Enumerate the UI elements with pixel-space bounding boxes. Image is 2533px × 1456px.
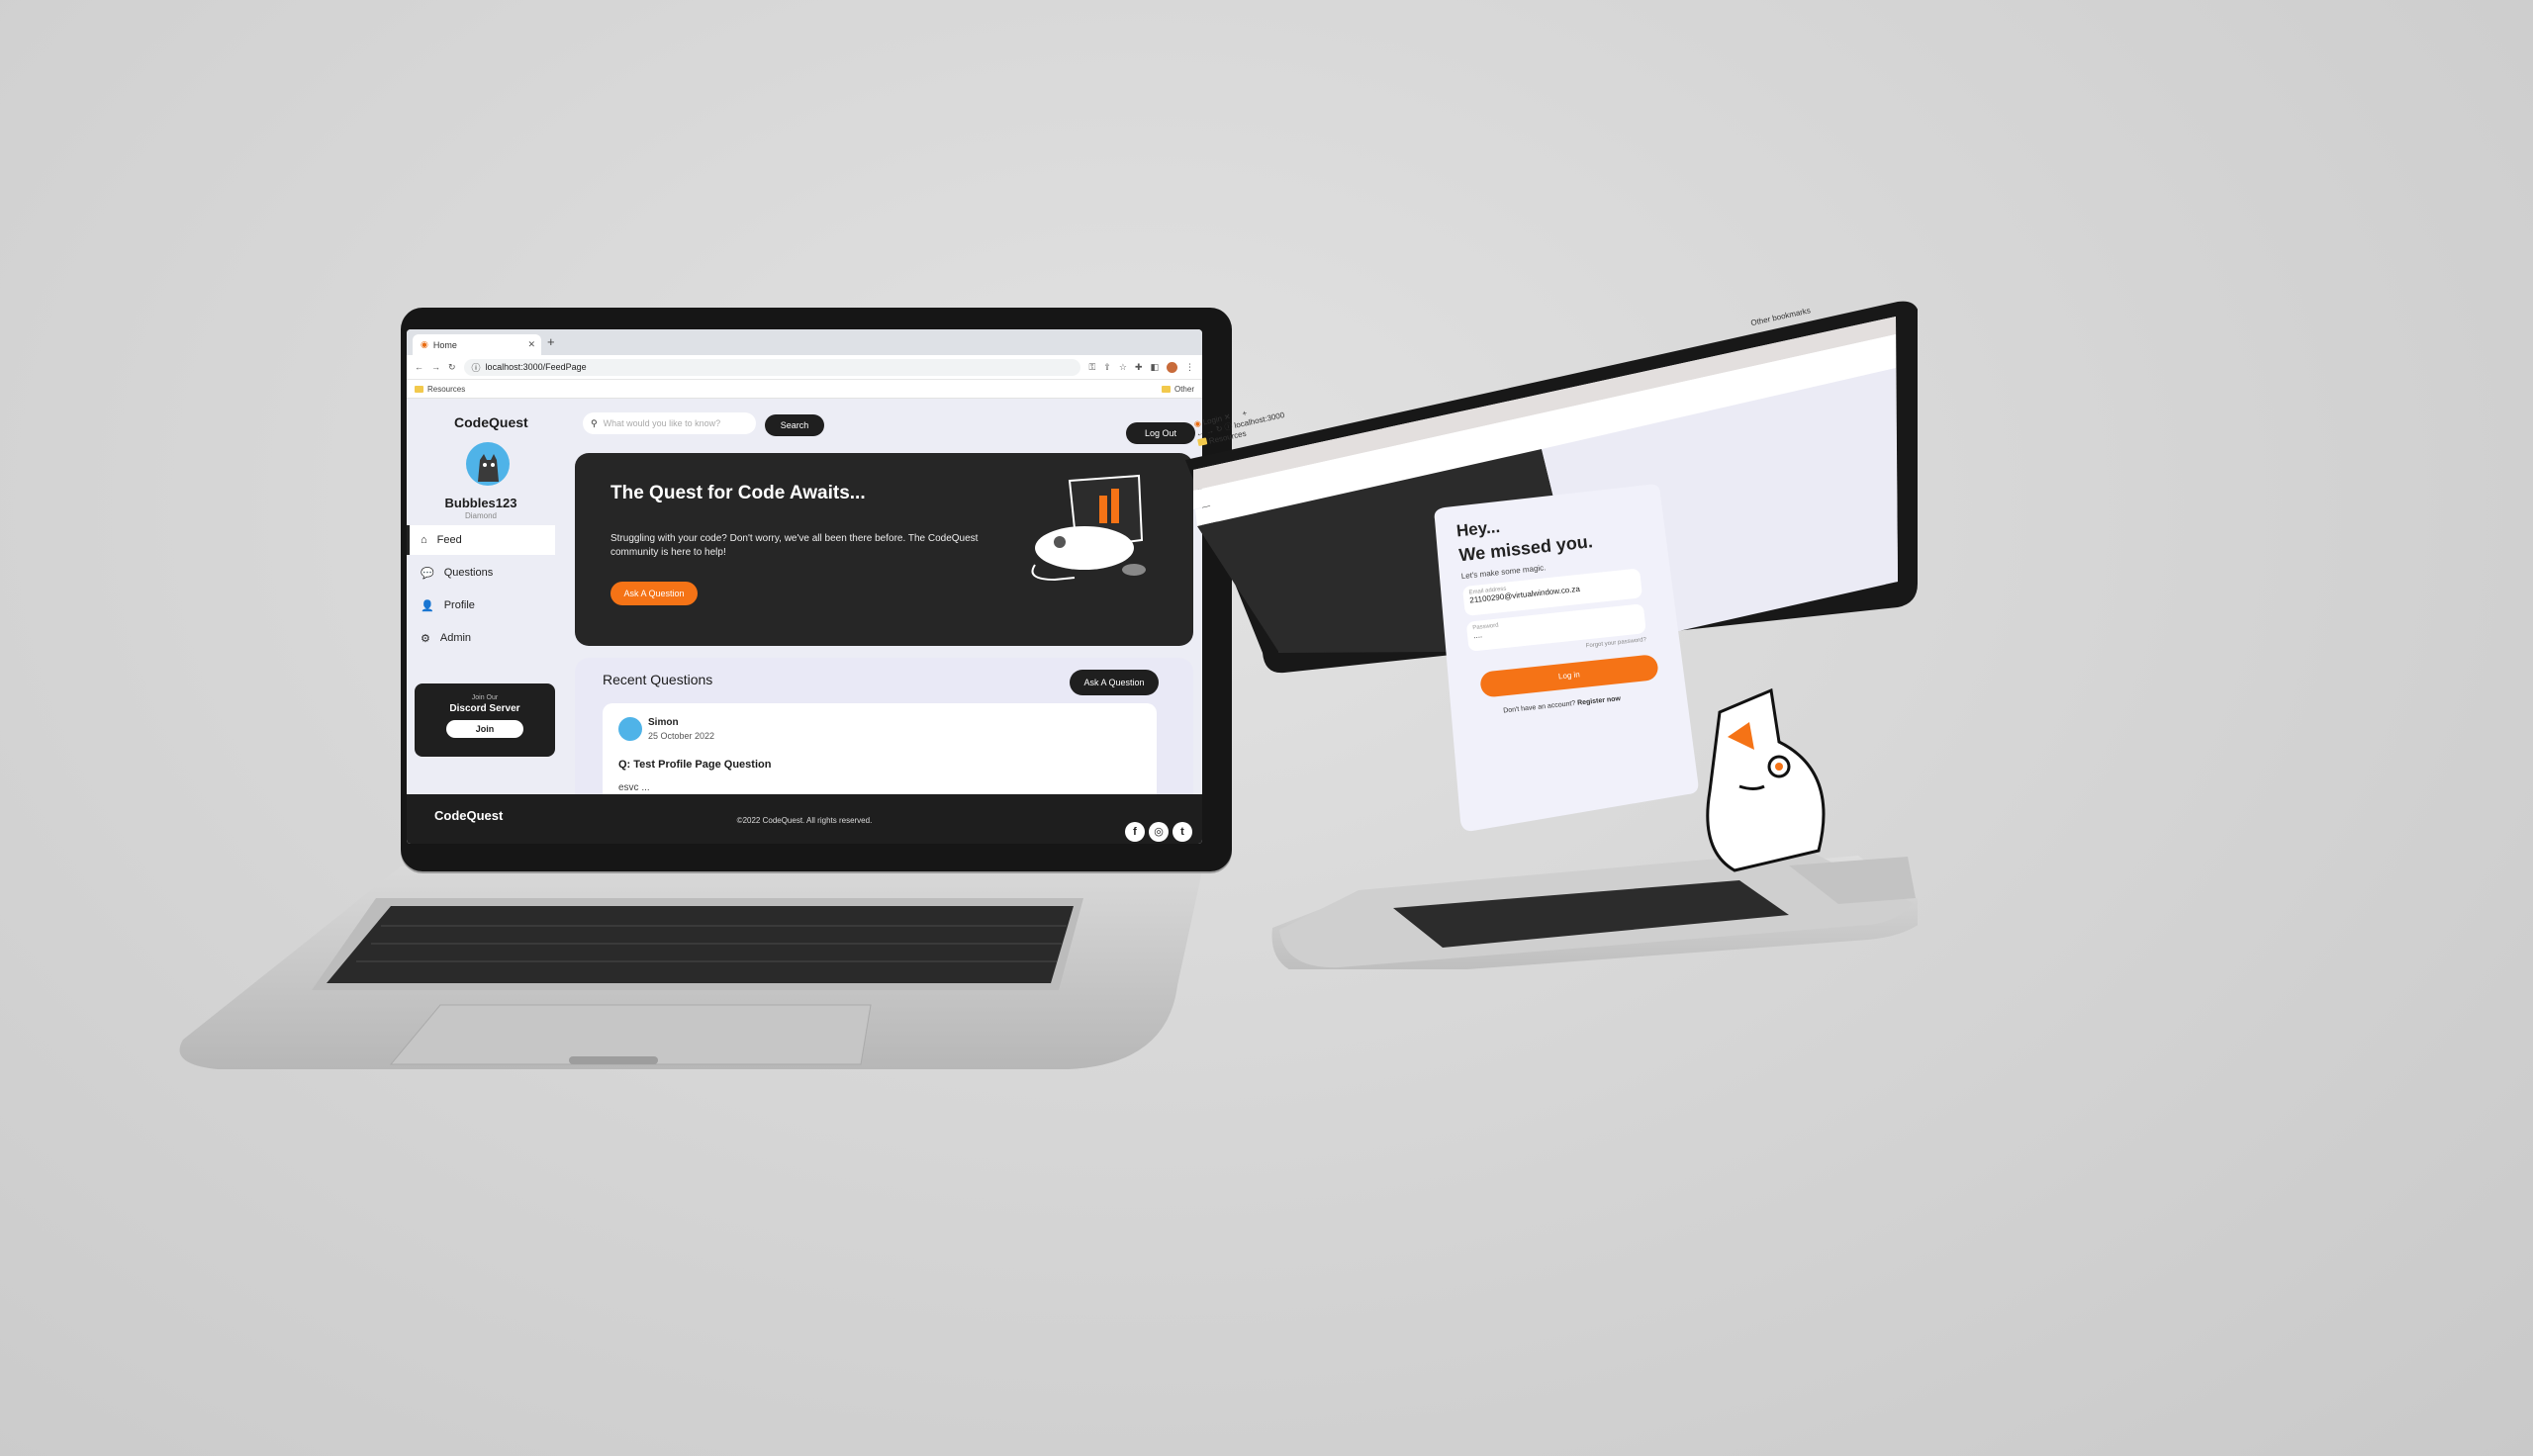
sidebar-item-label: Admin xyxy=(439,632,472,644)
sidebar-item-feed[interactable]: ⌂ Feed xyxy=(407,525,555,555)
site-footer: CodeQuest ©2022 CodeQuest. All rights re… xyxy=(407,794,1202,844)
login-card: Hey... We missed you. Let's make some ma… xyxy=(1431,464,1763,849)
register-prompt: Don't have an account? xyxy=(1502,699,1576,715)
extensions-icon[interactable]: ✚ xyxy=(1135,362,1143,373)
codequest-logo[interactable]: CodeQuest xyxy=(454,414,528,430)
info-icon: ⓘ xyxy=(471,362,481,373)
home-icon: ⌂ xyxy=(421,534,427,546)
browser-tabbar: ◉ Home ✕ + xyxy=(407,329,1202,355)
new-tab-icon[interactable]: + xyxy=(547,334,555,349)
address-bar[interactable]: ⓘ localhost:3000 xyxy=(1224,410,1285,432)
footer-copyright: ©2022 CodeQuest. All rights reserved. xyxy=(736,816,873,825)
sidebar-item-questions[interactable]: 💬 Questions xyxy=(407,558,555,588)
bookmark-star-icon[interactable]: ☆ xyxy=(1119,362,1127,373)
cat-avatar-icon xyxy=(478,454,499,482)
sidebar-item-admin[interactable]: ⚙ Admin xyxy=(407,623,555,653)
url-text: localhost:3000/FeedPage xyxy=(485,362,587,372)
hero-title: The Quest for Code Awaits... xyxy=(610,483,866,503)
cat-favicon-icon: ◉ xyxy=(1192,418,1202,429)
folder-icon xyxy=(1197,437,1208,447)
instagram-icon[interactable]: ◎ xyxy=(1149,822,1169,842)
user-avatar[interactable] xyxy=(466,442,510,486)
hero-ask-question-button[interactable]: Ask A Question xyxy=(610,582,698,605)
sidebar-toggle-icon[interactable]: ◧ xyxy=(1150,362,1159,373)
sidebar-item-profile[interactable]: 👤 Profile xyxy=(407,591,555,620)
profile-avatar-icon[interactable] xyxy=(1167,361,1177,373)
sidebar-item-label: Feed xyxy=(436,534,462,546)
question-date: 25 October 2022 xyxy=(648,731,715,741)
feed-page-screen: ◉ Home ✕ + ← → ↻ ⓘ localhost:3000/FeedPa… xyxy=(407,329,1202,844)
person-icon: 👤 xyxy=(421,599,434,612)
right-laptop: Hey... We missed you. Let's make some ma… xyxy=(1185,297,1932,979)
admin-icon: ⚙ xyxy=(421,632,430,645)
back-icon[interactable]: ← xyxy=(1195,428,1205,438)
recent-questions-title: Recent Questions xyxy=(603,672,713,687)
bookmarks-bar: Resources Other xyxy=(407,380,1202,399)
folder-icon xyxy=(1161,385,1171,393)
cat-favicon-icon: ◉ xyxy=(421,339,428,349)
sidebar-nav: ⌂ Feed 💬 Questions 👤 Profile ⚙ Admin xyxy=(407,525,555,656)
register-link[interactable]: Register now xyxy=(1577,695,1621,707)
facebook-icon[interactable]: f xyxy=(1125,822,1145,842)
user-rank: Diamond xyxy=(464,511,497,520)
question-author: Simon xyxy=(648,717,679,728)
login-button[interactable]: Log in xyxy=(1479,654,1659,698)
close-tab-icon[interactable]: ✕ xyxy=(1223,412,1231,422)
key-icon[interactable]: ⚿ xyxy=(1088,362,1095,373)
sidebar-item-label: Profile xyxy=(443,599,475,611)
hero-text: Struggling with your code? Don't worry, … xyxy=(610,533,979,558)
close-tab-icon[interactable]: ✕ xyxy=(527,339,535,350)
username: Bubbles123 xyxy=(444,496,517,510)
bookmark-resources[interactable]: Resources xyxy=(427,385,465,394)
sidebar: CodeQuest Bubbles123 Diamond ⌂ Feed 💬 Qu… xyxy=(407,399,555,779)
left-laptop-lid: ◉ Home ✕ + ← → ↻ ⓘ localhost:3000/FeedPa… xyxy=(401,308,1232,871)
discord-line2: Discord Server xyxy=(449,703,520,714)
feed-app: CodeQuest Bubbles123 Diamond ⌂ Feed 💬 Qu… xyxy=(407,399,1202,844)
join-discord-button[interactable]: Join xyxy=(446,720,523,738)
cat-on-laptop-illustration xyxy=(1031,474,1146,582)
search-placeholder: What would you like to know? xyxy=(603,418,721,428)
browser-tab-home[interactable]: ◉ Home ✕ xyxy=(413,334,541,355)
ask-question-button[interactable]: Ask A Question xyxy=(1070,670,1159,695)
reload-icon[interactable]: ↻ xyxy=(1215,424,1223,434)
forward-icon[interactable]: → xyxy=(1205,426,1215,436)
share-icon[interactable]: ⇪ xyxy=(1103,362,1111,373)
forward-icon[interactable]: → xyxy=(431,362,440,372)
back-icon[interactable]: ← xyxy=(415,362,423,372)
search-input[interactable]: ⚲ What would you like to know? xyxy=(583,412,756,434)
chat-icon: 💬 xyxy=(421,567,434,580)
folder-icon xyxy=(415,385,423,393)
new-tab-icon[interactable]: + xyxy=(1242,409,1248,418)
sidebar-item-label: Questions xyxy=(443,567,494,579)
search-icon: ⚲ xyxy=(591,417,598,428)
question-title[interactable]: Q: Test Profile Page Question xyxy=(618,759,771,771)
discord-line1: Join Our xyxy=(471,694,499,701)
reload-icon[interactable]: ↻ xyxy=(448,362,456,373)
browser-toolbar: ← → ↻ ⓘ localhost:3000/FeedPage ⚿ ⇪ ☆ ✚ … xyxy=(407,355,1202,380)
question-body: esvc ... xyxy=(618,782,650,793)
left-laptop-base xyxy=(178,866,1203,1084)
hero-banner: The Quest for Code Awaits... Struggling … xyxy=(575,453,1193,646)
address-bar[interactable]: ⓘ localhost:3000/FeedPage xyxy=(463,358,1081,376)
search-button[interactable]: Search xyxy=(765,414,824,436)
tab-title: Home xyxy=(432,339,457,350)
author-avatar xyxy=(618,717,642,741)
url-text: localhost:3000 xyxy=(1233,410,1286,430)
discord-card: Join Our Discord Server Join xyxy=(415,683,555,757)
